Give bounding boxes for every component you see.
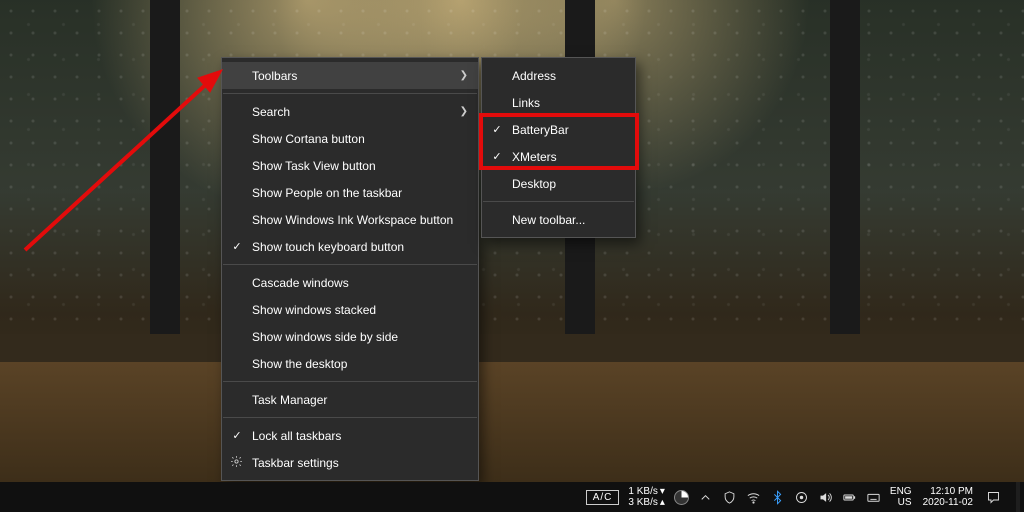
menu-item-task-manager[interactable]: Task Manager	[222, 386, 478, 413]
keyboard-icon[interactable]	[866, 490, 881, 505]
menu-item-search[interactable]: Search ❯	[222, 98, 478, 125]
menu-item-label: Show Cortana button	[252, 132, 365, 146]
menu-item-label: Search	[252, 105, 290, 119]
action-center-icon[interactable]	[986, 490, 1001, 505]
menu-item-label: Show Windows Ink Workspace button	[252, 213, 453, 227]
menu-item-side-by-side[interactable]: Show windows side by side	[222, 323, 478, 350]
submenu-item-address[interactable]: Address	[482, 62, 635, 89]
submenu-item-batterybar[interactable]: ✓ BatteryBar	[482, 116, 635, 143]
clock-date: 2020-11-02	[923, 497, 973, 508]
menu-item-show-cortana[interactable]: Show Cortana button	[222, 125, 478, 152]
menu-item-show-people[interactable]: Show People on the taskbar	[222, 179, 478, 206]
submenu-item-desktop[interactable]: Desktop	[482, 170, 635, 197]
show-desktop-strip[interactable]	[1016, 482, 1020, 512]
netspeed-widget[interactable]: 1 KB/s 3 KB/s	[628, 486, 657, 508]
clock-time: 12:10 PM	[923, 486, 973, 497]
check-icon: ✓	[491, 150, 503, 163]
menu-item-label: Show People on the taskbar	[252, 186, 402, 200]
submenu-item-links[interactable]: Links	[482, 89, 635, 116]
bluetooth-icon[interactable]	[770, 490, 785, 505]
menu-item-label: Toolbars	[252, 69, 297, 83]
volume-icon[interactable]	[818, 490, 833, 505]
menu-item-label: Taskbar settings	[252, 456, 339, 470]
menu-item-show-desktop[interactable]: Show the desktop	[222, 350, 478, 377]
system-tray: A/C 1 KB/s 3 KB/s ▾▴	[586, 482, 1020, 512]
menu-item-label: Show touch keyboard button	[252, 240, 404, 254]
menu-item-label: Links	[512, 96, 540, 110]
clock[interactable]: 12:10 PM 2020-11-02	[923, 486, 977, 508]
menu-item-lock-taskbars[interactable]: ✓ Lock all taskbars	[222, 422, 478, 449]
batterybar-widget[interactable]: A/C	[586, 490, 620, 505]
menu-item-label: Task Manager	[252, 393, 327, 407]
taskbar-context-menu: Toolbars ❯ Search ❯ Show Cortana button …	[221, 57, 479, 481]
submenu-item-xmeters[interactable]: ✓ XMeters	[482, 143, 635, 170]
menu-separator	[223, 381, 477, 382]
check-icon: ✓	[491, 123, 503, 136]
menu-item-show-task-view[interactable]: Show Task View button	[222, 152, 478, 179]
menu-item-show-ink[interactable]: Show Windows Ink Workspace button	[222, 206, 478, 233]
netspeed-arrows: ▾▴	[658, 486, 665, 508]
tray-chevron-up-icon[interactable]	[698, 490, 713, 505]
menu-item-toolbars[interactable]: Toolbars ❯	[222, 62, 478, 89]
netspeed-up: 3 KB/s	[628, 497, 657, 508]
check-icon: ✓	[231, 429, 243, 442]
language-indicator[interactable]: ENG US	[890, 486, 914, 508]
submenu-item-new-toolbar[interactable]: New toolbar...	[482, 206, 635, 233]
menu-item-label: Show Task View button	[252, 159, 376, 173]
menu-item-label: Show the desktop	[252, 357, 347, 371]
taskbar[interactable]: A/C 1 KB/s 3 KB/s ▾▴	[0, 482, 1024, 512]
menu-separator	[223, 93, 477, 94]
check-icon: ✓	[231, 240, 243, 253]
chevron-right-icon: ❯	[460, 106, 468, 117]
chevron-right-icon: ❯	[460, 70, 468, 81]
menu-separator	[223, 417, 477, 418]
xmeters-widget[interactable]	[674, 490, 689, 505]
toolbars-submenu: Address Links ✓ BatteryBar ✓ XMeters Des…	[481, 57, 636, 238]
location-icon[interactable]	[794, 490, 809, 505]
gear-icon	[230, 455, 243, 471]
battery-icon[interactable]	[842, 490, 857, 505]
wifi-icon[interactable]	[746, 490, 761, 505]
lang-bottom: US	[890, 497, 912, 508]
menu-item-label: Show windows stacked	[252, 303, 376, 317]
lang-top: ENG	[890, 486, 912, 497]
security-icon[interactable]	[722, 490, 737, 505]
netspeed-down: 1 KB/s	[628, 486, 657, 497]
menu-item-show-touch-keyboard[interactable]: ✓ Show touch keyboard button	[222, 233, 478, 260]
menu-item-label: Address	[512, 69, 556, 83]
menu-item-label: Desktop	[512, 177, 556, 191]
menu-item-cascade[interactable]: Cascade windows	[222, 269, 478, 296]
menu-item-taskbar-settings[interactable]: Taskbar settings	[222, 449, 478, 476]
menu-item-label: New toolbar...	[512, 213, 585, 227]
menu-item-label: Lock all taskbars	[252, 429, 341, 443]
menu-item-stacked[interactable]: Show windows stacked	[222, 296, 478, 323]
menu-separator	[483, 201, 634, 202]
menu-item-label: BatteryBar	[512, 123, 569, 137]
menu-item-label: XMeters	[512, 150, 557, 164]
menu-item-label: Cascade windows	[252, 276, 349, 290]
menu-item-label: Show windows side by side	[252, 330, 398, 344]
menu-separator	[223, 264, 477, 265]
